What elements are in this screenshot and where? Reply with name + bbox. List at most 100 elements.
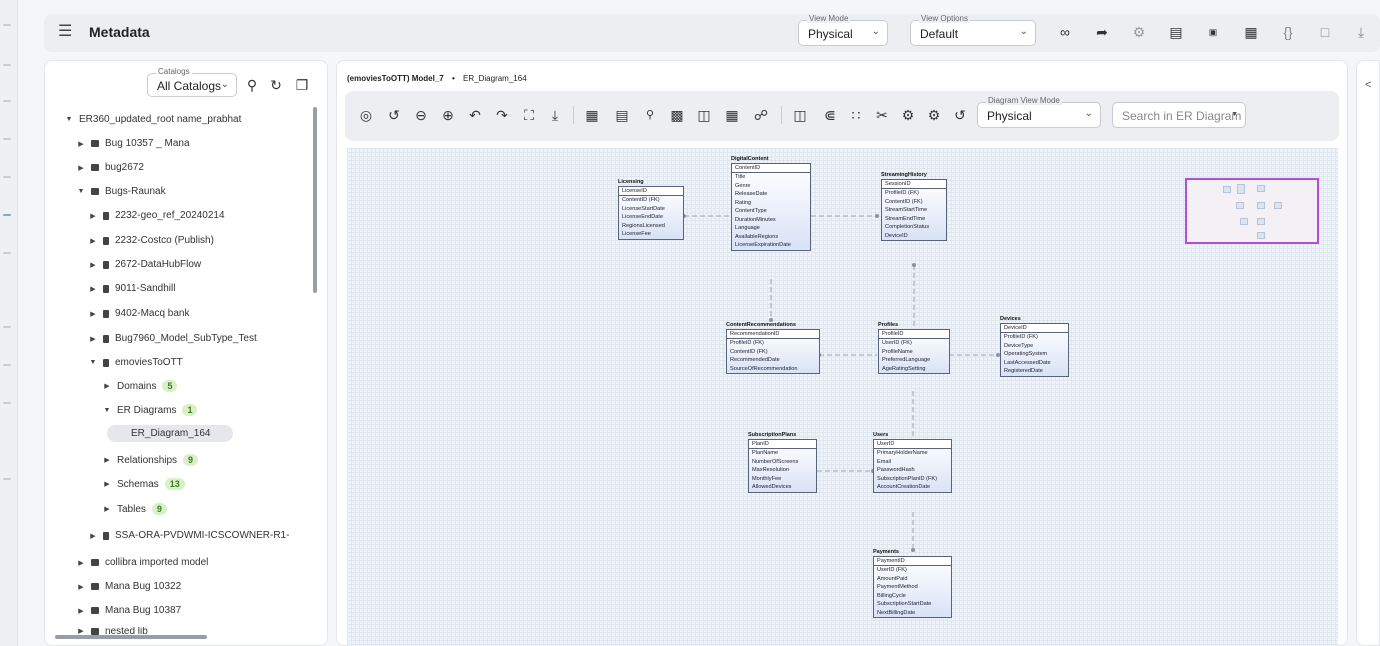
caret-right-icon[interactable]: ▶ <box>89 212 97 220</box>
zoom-out-icon[interactable]: ⊖ <box>412 106 430 124</box>
json-icon[interactable]: {} <box>1279 23 1297 41</box>
gear-icon[interactable]: ⚙ <box>925 106 943 124</box>
tree-item-folder[interactable]: ▶ Mana Bug 10322 <box>77 581 181 592</box>
undo-icon[interactable]: ↶ <box>466 106 484 124</box>
redo-icon[interactable]: ↷ <box>493 106 511 124</box>
entity-payments[interactable]: Payments PaymentID UserID (FK) AmountPai… <box>873 549 952 618</box>
report-icon[interactable]: □ <box>1316 23 1334 41</box>
breadcrumb-model[interactable]: (emoviesToOTT) Model_7 <box>347 74 444 83</box>
view-mode-select[interactable]: View Mode Physical ⌄ <box>798 14 888 46</box>
caret-right-icon[interactable]: ▶ <box>77 164 85 172</box>
tree-item-folder[interactable]: ▶ Bug 10357 _ Mana <box>77 138 189 149</box>
link-icon[interactable]: ∞ <box>1056 23 1074 41</box>
rail-item[interactable] <box>3 326 11 328</box>
tree-item-relationships[interactable]: ▶ Relationships 9 <box>103 454 199 466</box>
reset-icon[interactable]: ↺ <box>951 106 969 124</box>
rail-item[interactable] <box>3 24 11 26</box>
chevron-left-icon[interactable]: < <box>1365 79 1371 91</box>
share-nodes-icon[interactable]: ☍ <box>752 106 770 124</box>
entity-contentrecommendations[interactable]: ContentRecommendations RecommendationID … <box>726 322 820 374</box>
tree-item-model[interactable]: ▶ 9402-Macq bank <box>89 308 189 319</box>
caret-right-icon[interactable]: ▶ <box>89 261 97 269</box>
relationship-icon[interactable]: ⋐ <box>821 106 839 124</box>
settings-alt-icon[interactable]: ⚙ <box>899 106 917 124</box>
download-icon[interactable]: ⤓ <box>546 106 564 124</box>
rail-item[interactable] <box>3 402 11 404</box>
entity-devices[interactable]: Devices DeviceID ProfileID (FK) DeviceTy… <box>1000 316 1069 377</box>
caret-right-icon[interactable]: ▶ <box>103 480 111 488</box>
tree-item-model[interactable]: ▶ SSA-ORA-PVDWMI-ICSCOWNER-R1- <box>89 530 289 541</box>
caret-right-icon[interactable]: ▶ <box>77 140 85 148</box>
entity-subscriptionplans[interactable]: SubscriptionPlans PlanID PlanName Number… <box>748 432 817 493</box>
fullscreen-icon[interactable]: ⛶ <box>520 106 538 124</box>
entity-digitalcontent[interactable]: DigitalContent ContentID Title Genre Rel… <box>731 156 811 251</box>
rail-item[interactable] <box>3 478 11 480</box>
caret-right-icon[interactable]: ▶ <box>103 505 111 513</box>
entity-streaminghistory[interactable]: StreamingHistory SessionID ProfileID (FK… <box>881 172 947 241</box>
rail-item[interactable] <box>3 176 11 178</box>
tree-item-folder[interactable]: ▶ bug2672 <box>77 162 144 173</box>
caret-right-icon[interactable]: ▶ <box>77 559 85 567</box>
grid-icon[interactable]: ▦ <box>723 106 741 124</box>
tree-item-folder[interactable]: ▶ nested lib <box>77 627 148 635</box>
split-icon[interactable]: ◫ <box>791 106 809 124</box>
layout-grid-icon[interactable]: ∷ <box>847 106 865 124</box>
er-diagram-canvas[interactable]: Licensing LicenseID ContentID (FK) Licen… <box>347 148 1338 646</box>
tree-item-er-diagrams[interactable]: ▼ ER Diagrams 1 <box>103 404 198 416</box>
diagram-minimap[interactable] <box>1185 178 1319 244</box>
caret-right-icon[interactable]: ▶ <box>103 382 111 390</box>
menu-toggle-icon[interactable]: ☰ <box>58 24 74 40</box>
caret-right-icon[interactable]: ▶ <box>103 456 111 464</box>
tree-item-folder[interactable]: ▶ collibra imported model <box>77 557 208 568</box>
caret-right-icon[interactable]: ▶ <box>77 627 85 635</box>
caret-right-icon[interactable]: ▶ <box>89 237 97 245</box>
entity-profiles[interactable]: Profiles ProfileID UserID (FK) ProfileNa… <box>878 322 950 374</box>
horizontal-scrollbar[interactable] <box>55 635 207 639</box>
copy-icon[interactable]: ❐ <box>293 76 311 94</box>
tree-item-model[interactable]: ▶ Bug7960_Model_SubType_Test <box>89 333 256 344</box>
rail-item-active[interactable] <box>3 214 11 216</box>
table-icon[interactable]: ▦ <box>583 106 601 124</box>
caret-right-icon[interactable]: ▶ <box>89 335 97 343</box>
caret-right-icon[interactable]: ▶ <box>77 607 85 615</box>
caret-right-icon[interactable]: ▶ <box>89 285 97 293</box>
catalogs-select[interactable]: Catalogs All Catalogs ⌄ <box>147 67 237 97</box>
tree-item-model[interactable]: ▶ 2672-DataHubFlow <box>89 259 201 270</box>
tree-item-model[interactable]: ▼ emoviesToOTT <box>89 357 183 368</box>
entity-licensing[interactable]: Licensing LicenseID ContentID (FK) Licen… <box>618 179 684 240</box>
caret-down-icon[interactable]: ▼ <box>103 407 111 414</box>
search-icon[interactable]: ⚲ <box>243 76 261 94</box>
caret-right-icon[interactable]: ▶ <box>77 583 85 591</box>
key-icon[interactable]: ⚲ <box>641 106 659 124</box>
er-search-input[interactable]: Search in ER Diagram ▼ <box>1112 102 1246 128</box>
tree-item-er-diagram-selected[interactable]: ER_Diagram_164 <box>107 425 233 442</box>
comment-icon[interactable]: ▤ <box>1167 23 1185 41</box>
share-icon[interactable]: ➦ <box>1093 23 1111 41</box>
right-collapse-panel[interactable]: < <box>1356 60 1380 646</box>
target-icon[interactable]: ◎ <box>357 106 375 124</box>
hierarchy-icon[interactable]: ⚙ <box>1130 23 1148 41</box>
note-icon[interactable]: ▤ <box>613 106 631 124</box>
tree-item-model[interactable]: ▶ 2232-Costco (Publish) <box>89 235 214 246</box>
zoom-in-icon[interactable]: ⊕ <box>439 106 457 124</box>
column-icon[interactable]: ◫ <box>695 106 713 124</box>
rail-item[interactable] <box>3 100 11 102</box>
entity-users[interactable]: Users UserID PrimaryHolderName Email Pas… <box>873 432 952 493</box>
caret-down-icon[interactable]: ▼ <box>65 116 73 123</box>
caret-right-icon[interactable]: ▶ <box>89 310 97 318</box>
caret-down-icon[interactable]: ▼ <box>77 188 85 195</box>
tree-item-model[interactable]: ▶ 2232-geo_ref_20240214 <box>89 210 224 221</box>
tree-item-root[interactable]: ▼ ER360_updated_root name_prabhat <box>65 114 242 125</box>
download-icon[interactable]: ⤓ <box>1352 23 1370 41</box>
refresh-icon[interactable]: ↻ <box>267 76 285 94</box>
diagram-view-mode-select[interactable]: Diagram View Mode Physical ⌄ <box>977 96 1101 128</box>
tree-item-model[interactable]: ▶ 9011-Sandhill <box>89 283 175 294</box>
view-options-select[interactable]: View Options Default ⌄ <box>910 14 1036 46</box>
scissors-icon[interactable]: ✂ <box>873 106 891 124</box>
rail-item[interactable] <box>3 364 11 366</box>
rail-item[interactable] <box>3 252 11 254</box>
zoom-reset-icon[interactable]: ↺ <box>385 106 403 124</box>
view-icon[interactable]: ▩ <box>668 106 686 124</box>
caret-right-icon[interactable]: ▶ <box>89 532 97 540</box>
tree-item-schemas[interactable]: ▶ Schemas 13 <box>103 478 185 490</box>
